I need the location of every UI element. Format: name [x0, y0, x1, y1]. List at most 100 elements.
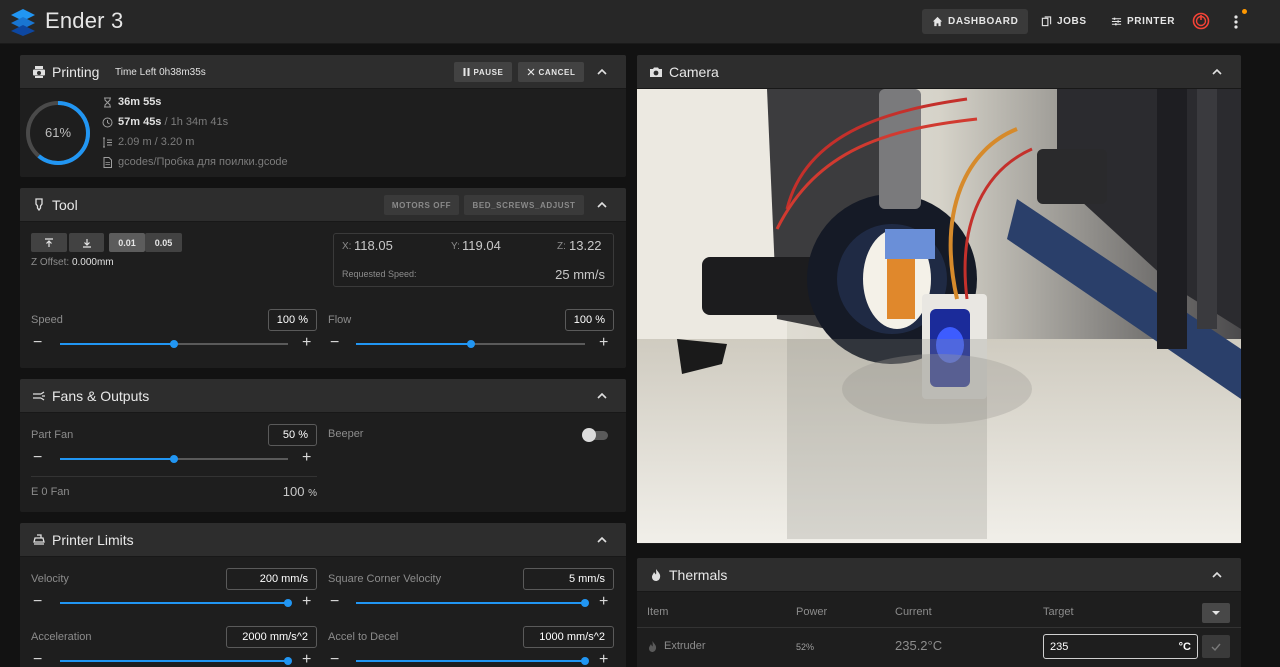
chevron-up-icon[interactable] [1211, 66, 1223, 78]
flow-slider-fill [356, 343, 471, 345]
arrow-collapse-up-icon [45, 237, 53, 247]
printing-title: Printing [52, 64, 100, 80]
filament-row: 2.09 m / 3.20 m [102, 134, 194, 150]
extruder-target-apply-button[interactable] [1202, 635, 1230, 658]
thermals-card-header: Thermals [637, 558, 1241, 592]
app-title: Ender 3 [45, 8, 124, 33]
nav-jobs[interactable]: JOBS [1031, 9, 1097, 34]
chevron-up-icon[interactable] [596, 390, 608, 402]
speed-increase-button[interactable]: + [302, 335, 311, 351]
time-left: Time Left 0h38m35s [115, 67, 206, 78]
square-corner-velocity-input[interactable]: 5 mm/s [523, 568, 614, 590]
part-fan-label: Part Fan [31, 429, 74, 441]
filament-length-icon [103, 137, 112, 147]
x-value: 118.05 [354, 238, 393, 253]
motors-off-button[interactable]: MOTORS OFF [384, 195, 459, 215]
filament-used: 2.09 m / 3.20 m [118, 136, 195, 148]
bed-screws-adjust-button[interactable]: BED_SCREWS_ADJUST [464, 195, 584, 215]
chevron-up-icon[interactable] [596, 199, 608, 211]
pause-label: PAUSE [473, 67, 504, 77]
z-up-button[interactable] [31, 233, 67, 252]
flow-decrease-button[interactable]: − [330, 335, 339, 351]
extruder-current: 235.2°C [895, 638, 943, 653]
chevron-up-icon[interactable] [1211, 569, 1223, 581]
elapsed-row: 36m 55s [102, 94, 161, 110]
velocity-slider-fill [60, 602, 288, 604]
accel-to-decel-decrease-button[interactable]: − [330, 652, 339, 667]
accel-to-decel-slider[interactable] [356, 657, 589, 665]
velocity-increase-button[interactable]: + [302, 594, 311, 610]
fire-icon [652, 569, 661, 581]
flow-increase-button[interactable]: + [599, 335, 608, 351]
acceleration-decrease-button[interactable]: − [33, 652, 42, 667]
menu-down-icon [1212, 611, 1220, 615]
clock-icon [102, 117, 113, 127]
printer-limits-icon [33, 534, 45, 545]
part-fan-slider-thumb[interactable] [170, 455, 178, 463]
acceleration-increase-button[interactable]: + [302, 652, 311, 667]
z-down-button[interactable] [69, 233, 104, 252]
square-corner-velocity-increase-button[interactable]: + [599, 594, 608, 610]
chevron-up-icon[interactable] [596, 66, 608, 78]
speed-decrease-button[interactable]: − [33, 335, 42, 351]
step-0-05-button[interactable]: 0.05 [145, 233, 182, 252]
total-time-row: 57m 45s / 1h 34m 41s [102, 114, 228, 130]
part-fan-increase-button[interactable]: + [302, 450, 311, 466]
notification-dot [1242, 9, 1247, 14]
hourglass-icon [104, 97, 111, 107]
requested-speed-value: 25 mm/s [555, 267, 605, 282]
accel-to-decel-input[interactable]: 1000 mm/s^2 [523, 626, 614, 648]
square-corner-velocity-slider[interactable] [356, 599, 589, 607]
acceleration-slider-fill [60, 660, 288, 662]
nav-printer[interactable]: PRINTER [1101, 9, 1185, 34]
motors-off-label: MOTORS OFF [391, 200, 452, 210]
square-corner-velocity-slider-thumb[interactable] [581, 599, 589, 607]
chevron-up-icon[interactable] [596, 534, 608, 546]
thermals-menu-button[interactable] [1202, 603, 1230, 623]
acceleration-input[interactable]: 2000 mm/s^2 [226, 626, 317, 648]
tool-title: Tool [52, 197, 78, 213]
part-fan-decrease-button[interactable]: − [33, 450, 42, 466]
accel-to-decel-label: Accel to Decel [328, 631, 399, 643]
acceleration-slider[interactable] [60, 657, 292, 665]
speed-slider-thumb[interactable] [170, 340, 178, 348]
file-row: gcodes/Пробка для поилки.gcode [102, 154, 288, 170]
nav-dashboard[interactable]: DASHBOARD [922, 9, 1029, 34]
pause-button[interactable]: PAUSE [454, 62, 512, 82]
thermals-title: Thermals [669, 567, 728, 583]
square-corner-velocity-slider-fill [356, 602, 585, 604]
velocity-slider-thumb[interactable] [284, 599, 292, 607]
flow-slider[interactable] [356, 340, 585, 348]
square-corner-velocity-decrease-button[interactable]: − [330, 594, 339, 610]
extruder-target-input[interactable]: 235 °C [1043, 634, 1198, 659]
part-fan-input[interactable]: 50 % [268, 424, 317, 446]
check-icon [1211, 643, 1221, 652]
more-menu-icon[interactable] [1230, 12, 1242, 32]
col-current: Current [895, 606, 932, 618]
printing-card-header: Printing Time Left 0h38m35s PAUSE CANCEL [20, 55, 626, 89]
total-time-separator: / [161, 116, 171, 128]
acceleration-label: Acceleration [31, 631, 92, 643]
velocity-input[interactable]: 200 mm/s [226, 568, 317, 590]
flow-slider-thumb[interactable] [466, 340, 475, 348]
speed-input[interactable]: 100 % [268, 309, 317, 331]
acceleration-slider-thumb[interactable] [284, 657, 292, 665]
accel-to-decel-slider-thumb[interactable] [581, 657, 589, 665]
flow-input[interactable]: 100 % [565, 309, 614, 331]
file-name: gcodes/Пробка для поилки.gcode [118, 156, 288, 168]
speed-slider[interactable] [60, 340, 288, 348]
beeper-switch-knob[interactable] [582, 428, 596, 442]
klipper-logo-icon [11, 9, 35, 36]
velocity-slider[interactable] [60, 599, 292, 607]
part-fan-slider[interactable] [60, 455, 288, 463]
step-0-01-button[interactable]: 0.01 [109, 233, 145, 252]
velocity-decrease-button[interactable]: − [33, 594, 42, 610]
emergency-stop-icon[interactable] [1192, 12, 1210, 30]
accel-to-decel-increase-button[interactable]: + [599, 652, 608, 667]
col-power: Power [796, 606, 828, 618]
velocity-label: Velocity [31, 573, 69, 585]
accel-to-decel-slider-fill [356, 660, 585, 662]
cancel-button[interactable]: CANCEL [518, 62, 584, 82]
extruder-power: 52% [796, 642, 815, 652]
progress-percent: 61% [44, 125, 72, 140]
